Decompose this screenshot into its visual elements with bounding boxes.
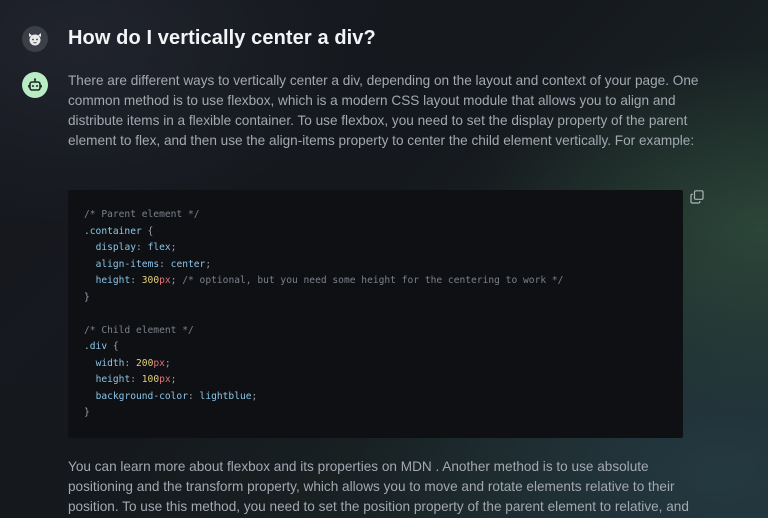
copy-icon [690,190,704,204]
code-brace: { [141,225,154,237]
code-punct: : [159,258,171,270]
question-title: How do I vertically center a div? [68,27,376,49]
code-line: } [84,290,683,307]
code-comment: /* optional, but you need some height fo… [182,275,564,286]
code-property: height [95,275,131,286]
answer-paragraph: You can learn more about flexbox and its… [68,459,689,514]
code-comment: /* Child element */ [84,324,194,336]
code-punct: : [187,390,200,402]
code-punct: ; [170,275,177,286]
code-unit: px [159,374,171,385]
code-line: align-items: center; [84,257,683,274]
code-value: flex [147,242,171,253]
user-avatar [22,26,48,52]
code-line: /* Parent element */ [84,207,683,224]
code-punct: : [130,275,142,286]
code-number: 200 [136,357,154,369]
code-property: display [95,242,136,253]
code-unit: px [153,357,165,369]
code-brace: } [84,407,90,418]
code-brace: } [84,291,90,303]
code-property: align-items [95,258,160,270]
code-unit: px [159,275,171,286]
code-line: height: 300px; /* optional, but you need… [84,273,683,290]
code-line: display: flex; [84,240,683,257]
code-punct: : [130,374,142,385]
code-line: height: 100px; [84,372,683,389]
code-comment: /* Parent element */ [84,209,200,220]
code-number: 300 [141,275,160,286]
assistant-avatar-icon [28,78,42,91]
code-block: /* Parent element */ .container { displa… [68,190,683,438]
code-punct: ; [251,390,258,402]
code-brace: { [107,341,119,352]
code-punct: : [124,357,137,369]
answer-paragraph: There are different ways to vertically c… [68,73,699,148]
code-punct: ; [205,258,212,270]
assistant-avatar [22,72,48,98]
code-line: .container { [84,224,683,241]
code-number: 100 [141,374,160,385]
code-punct: : [136,242,148,253]
code-value: center [170,258,206,270]
user-avatar-icon [29,33,41,46]
code-property: background-color [95,390,188,402]
code-selector: .container [84,225,142,237]
code-property: width [95,357,125,369]
code-property: height [95,374,131,385]
code-line: .div { [84,339,683,356]
code-punct: ; [170,242,177,253]
code-punct: ; [170,374,177,385]
code-punct: ; [164,357,171,369]
code-line: } [84,405,683,422]
code-line: background-color: lightblue; [84,389,683,406]
code-line: width: 200px; [84,356,683,373]
copy-code-button[interactable] [689,189,705,205]
code-selector: .div [84,341,108,352]
code-line: /* Child element */ [84,323,683,340]
code-value: lightblue [199,390,252,402]
